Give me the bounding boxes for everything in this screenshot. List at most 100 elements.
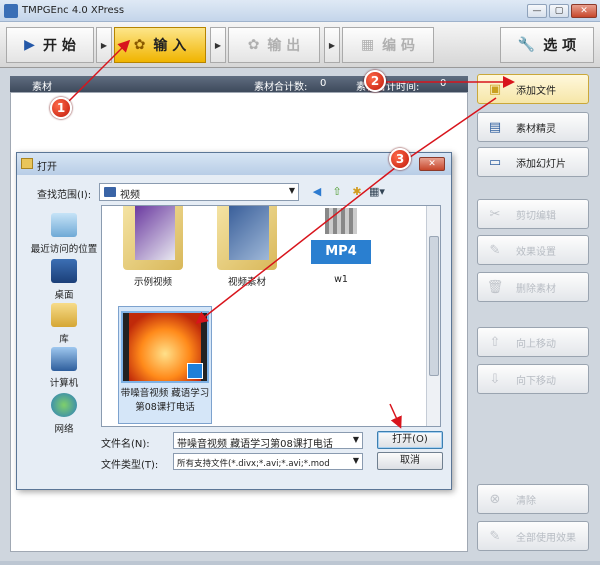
move-up-button[interactable]: ⇧ 向上移动 xyxy=(477,327,589,357)
place-library[interactable]: 库 xyxy=(25,303,103,345)
filename-label: 文件名(N): xyxy=(101,439,150,450)
start-button[interactable]: ▶ 开 始 xyxy=(6,27,94,63)
file-item-folder[interactable]: 视频素材 xyxy=(202,206,292,288)
mp4-badge: MP4 xyxy=(311,240,371,264)
recent-places-icon xyxy=(51,213,77,237)
view-menu-icon[interactable]: ▦▾ xyxy=(369,184,385,200)
arrow-up-icon: ⇧ xyxy=(489,334,501,350)
clear-icon: ⊗ xyxy=(489,491,501,507)
back-icon[interactable]: ◀ xyxy=(309,184,325,200)
network-icon xyxy=(51,393,77,417)
dialog-close-button[interactable]: ✕ xyxy=(419,157,445,171)
look-in-label: 查找范围(I): xyxy=(37,190,92,201)
file-item-name: w1 xyxy=(334,274,348,285)
dialog-title: 打开 xyxy=(37,162,57,173)
delete-material-label: 删除素材 xyxy=(516,283,556,295)
close-button[interactable]: ✕ xyxy=(571,4,597,18)
encode-button[interactable]: ▦ 编 码 xyxy=(342,27,434,63)
video-folder-icon xyxy=(104,187,116,197)
place-network-label: 网络 xyxy=(54,424,74,435)
maximize-button[interactable]: ▢ xyxy=(549,4,569,18)
start-label: 开 始 xyxy=(42,38,76,54)
options-button[interactable]: 🔧 选 项 xyxy=(500,27,594,63)
step-arrow-icon: ▶ xyxy=(96,27,112,63)
material-time-value: 0 xyxy=(440,78,447,89)
input-button[interactable]: ✿ 输 入 xyxy=(114,27,206,63)
chevron-down-icon: ▼ xyxy=(352,435,359,444)
file-item-video-selected[interactable]: 带噪音视频 藏语学习第08课打电话 xyxy=(118,306,212,424)
material-count-label: 素材合计数: xyxy=(254,82,308,93)
look-in-value: 视频 xyxy=(120,190,140,201)
move-down-button[interactable]: ⇩ 向下移动 xyxy=(477,364,589,394)
scrollbar-thumb[interactable] xyxy=(429,236,439,376)
clear-button[interactable]: ⊗ 清除 xyxy=(477,484,589,514)
cancel-button[interactable]: 取消 xyxy=(377,452,443,470)
film-reel-icon: ✿ xyxy=(133,37,146,53)
add-file-label: 添加文件 xyxy=(516,85,556,97)
file-item-folder[interactable]: 示例视频 xyxy=(108,206,198,288)
file-item-mp4[interactable]: MP4 w1 xyxy=(296,206,386,285)
material-header: 素材 素材合计数: 0 素材合计时间: 0 xyxy=(10,76,468,93)
output-label: 输 出 xyxy=(267,38,301,54)
video-file-icon xyxy=(121,311,209,383)
folder-icon xyxy=(21,158,33,169)
effect-settings-label: 效果设置 xyxy=(516,246,556,258)
place-computer[interactable]: 计算机 xyxy=(25,347,103,389)
filename-value: 带噪音视频 藏语学习第08课打电话 xyxy=(177,439,333,449)
place-desktop-label: 桌面 xyxy=(54,290,74,301)
app-icon xyxy=(4,4,18,18)
film-strip-icon: ▦ xyxy=(360,37,375,53)
encode-label: 编 码 xyxy=(382,38,416,54)
up-folder-icon[interactable]: ⇧ xyxy=(329,184,345,200)
cut-edit-label: 剪切编辑 xyxy=(516,210,556,222)
folder-icon xyxy=(123,206,183,270)
input-label: 输 入 xyxy=(153,38,187,54)
filename-input[interactable]: 带噪音视频 藏语学习第08课打电话 ▼ xyxy=(173,432,363,449)
dialog-nav-icons: ◀ ⇧ ✱ ▦▾ xyxy=(309,184,385,200)
add-file-icon: ▣ xyxy=(488,81,502,97)
apply-all-icon: ✎ xyxy=(489,528,501,544)
dialog-title-bar: 打开 ✕ xyxy=(17,153,451,175)
reel-icon: ✿ xyxy=(247,37,260,53)
apply-all-effects-button[interactable]: ✎ 全部使用效果 xyxy=(477,521,589,551)
place-computer-label: 计算机 xyxy=(49,378,79,389)
move-up-label: 向上移动 xyxy=(516,338,556,350)
step-arrow-icon: ▶ xyxy=(210,27,226,63)
annotation-badge-2: 2 xyxy=(364,70,386,92)
file-list[interactable]: 示例视频 视频素材 MP4 w1 带噪音视频 藏语学习第08课打电话 xyxy=(101,205,441,427)
filetype-value: 所有支持文件(*.divx;*.avi;*.avi;*.mod xyxy=(177,459,330,469)
clear-label: 清除 xyxy=(516,495,536,507)
file-item-name: 视频素材 xyxy=(227,277,266,288)
add-slideshow-button[interactable]: ▭ 添加幻灯片 xyxy=(477,147,589,177)
cut-edit-button[interactable]: ✂ 剪切编辑 xyxy=(477,199,589,229)
output-button[interactable]: ✿ 输 出 xyxy=(228,27,320,63)
filetype-select[interactable]: 所有支持文件(*.divx;*.avi;*.avi;*.mod ▼ xyxy=(173,453,363,470)
annotation-badge-1: 1 xyxy=(50,97,72,119)
place-network[interactable]: 网络 xyxy=(25,393,103,435)
apply-all-effects-label: 全部使用效果 xyxy=(516,532,576,544)
look-in-combo[interactable]: 视频 ▼ xyxy=(99,183,299,201)
effect-icon: ✎ xyxy=(489,242,501,258)
scissors-icon: ✂ xyxy=(489,206,501,222)
open-file-dialog: 打开 ✕ 查找范围(I): 视频 ▼ ◀ ⇧ ✱ ▦▾ 最近访问的位置 桌面 库… xyxy=(16,152,452,490)
open-button[interactable]: 打开(O) xyxy=(377,431,443,449)
title-bar: TMPGEnc 4.0 XPress — ▢ ✕ xyxy=(0,0,600,22)
place-desktop[interactable]: 桌面 xyxy=(25,259,103,301)
minimize-button[interactable]: — xyxy=(527,4,547,18)
new-folder-icon[interactable]: ✱ xyxy=(349,184,365,200)
material-count-value: 0 xyxy=(320,78,327,89)
add-slideshow-label: 添加幻灯片 xyxy=(516,158,566,170)
step-arrow-icon: ▶ xyxy=(324,27,340,63)
places-bar: 最近访问的位置 桌面 库 计算机 网络 xyxy=(25,205,103,485)
desktop-icon xyxy=(51,259,77,283)
wizard-icon: ▤ xyxy=(488,119,502,135)
delete-material-button[interactable]: 🗑 删除素材 xyxy=(477,272,589,302)
slideshow-icon: ▭ xyxy=(488,154,502,170)
computer-icon xyxy=(51,347,77,371)
effect-settings-button[interactable]: ✎ 效果设置 xyxy=(477,235,589,265)
add-file-button[interactable]: ▣ 添加文件 xyxy=(477,74,589,104)
file-list-scrollbar[interactable] xyxy=(426,206,440,426)
place-library-label: 库 xyxy=(59,334,69,345)
place-recent[interactable]: 最近访问的位置 xyxy=(25,213,103,255)
wizard-button[interactable]: ▤ 素材精灵 xyxy=(477,112,589,142)
